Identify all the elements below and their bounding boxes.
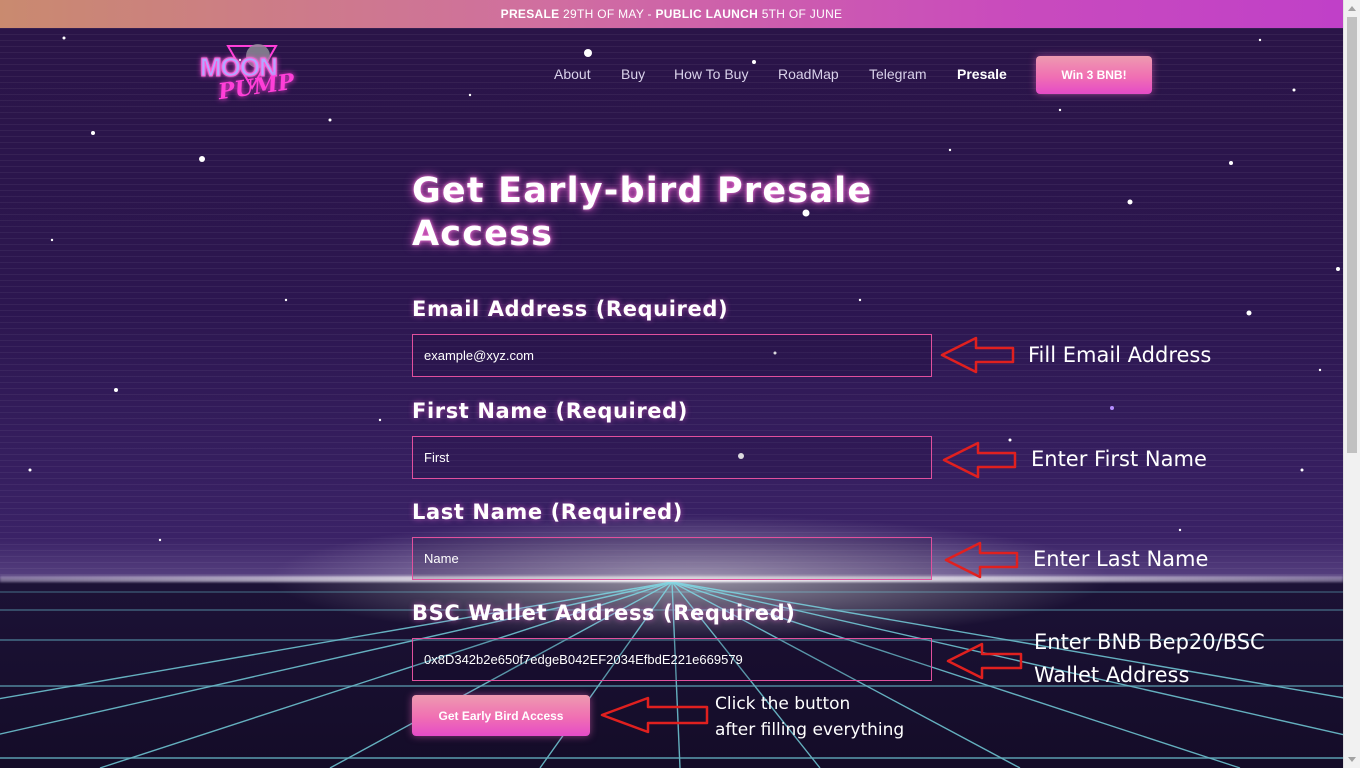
annotation-arrow-last-name-icon (944, 541, 1019, 579)
email-field[interactable] (412, 334, 932, 377)
wallet-address-field[interactable] (412, 638, 932, 681)
announcement-presale: PRESALE (500, 7, 560, 21)
scroll-down-icon[interactable] (1348, 757, 1356, 762)
annotation-arrow-button-icon (600, 696, 709, 734)
nav-link-roadmap[interactable]: RoadMap (778, 66, 839, 82)
annotation-email: Fill Email Address (1028, 343, 1212, 367)
nav-link-how-to-buy[interactable]: How To Buy (674, 66, 748, 82)
win-bnb-button[interactable]: Win 3 BNB! (1036, 56, 1152, 94)
wallet-label: BSC Wallet Address (Required) (412, 601, 796, 625)
announcement-launch-date: 5TH OF JUNE (758, 7, 843, 21)
annotation-arrow-email-icon (940, 336, 1015, 374)
nav-link-presale[interactable]: Presale (957, 66, 1007, 82)
scroll-up-icon[interactable] (1348, 6, 1356, 11)
nav-link-telegram[interactable]: Telegram (869, 66, 927, 82)
announcement-presale-date: 29TH OF MAY - (559, 7, 656, 21)
last-name-label: Last Name (Required) (412, 500, 684, 524)
annotation-first-name: Enter First Name (1031, 447, 1207, 471)
nav-link-about[interactable]: About (554, 66, 591, 82)
page-title: Get Early-bird Presale Access (412, 171, 873, 254)
nav-link-buy[interactable]: Buy (621, 66, 645, 82)
announcement-launch: PUBLIC LAUNCH (655, 7, 759, 21)
first-name-field[interactable] (412, 436, 932, 479)
scrollbar-thumb[interactable] (1347, 17, 1357, 453)
first-name-label: First Name (Required) (412, 399, 688, 423)
get-early-bird-access-button[interactable]: Get Early Bird Access (412, 695, 590, 736)
annotation-arrow-first-name-icon (942, 441, 1017, 479)
annotation-last-name: Enter Last Name (1033, 547, 1209, 571)
annotation-arrow-wallet-icon (946, 642, 1023, 680)
vertical-scrollbar[interactable] (1343, 0, 1360, 768)
email-label: Email Address (Required) (412, 297, 729, 321)
annotation-button-line2: after filling everything (715, 720, 905, 740)
last-name-field[interactable] (412, 537, 932, 580)
annotation-wallet-line1: Enter BNB Bep20/BSC (1034, 630, 1265, 654)
announcement-bar: PRESALE 29TH OF MAY - PUBLIC LAUNCH 5TH … (0, 0, 1343, 28)
annotation-button-line1: Click the button (715, 694, 851, 714)
annotation-wallet-line2: Wallet Address (1034, 663, 1190, 687)
